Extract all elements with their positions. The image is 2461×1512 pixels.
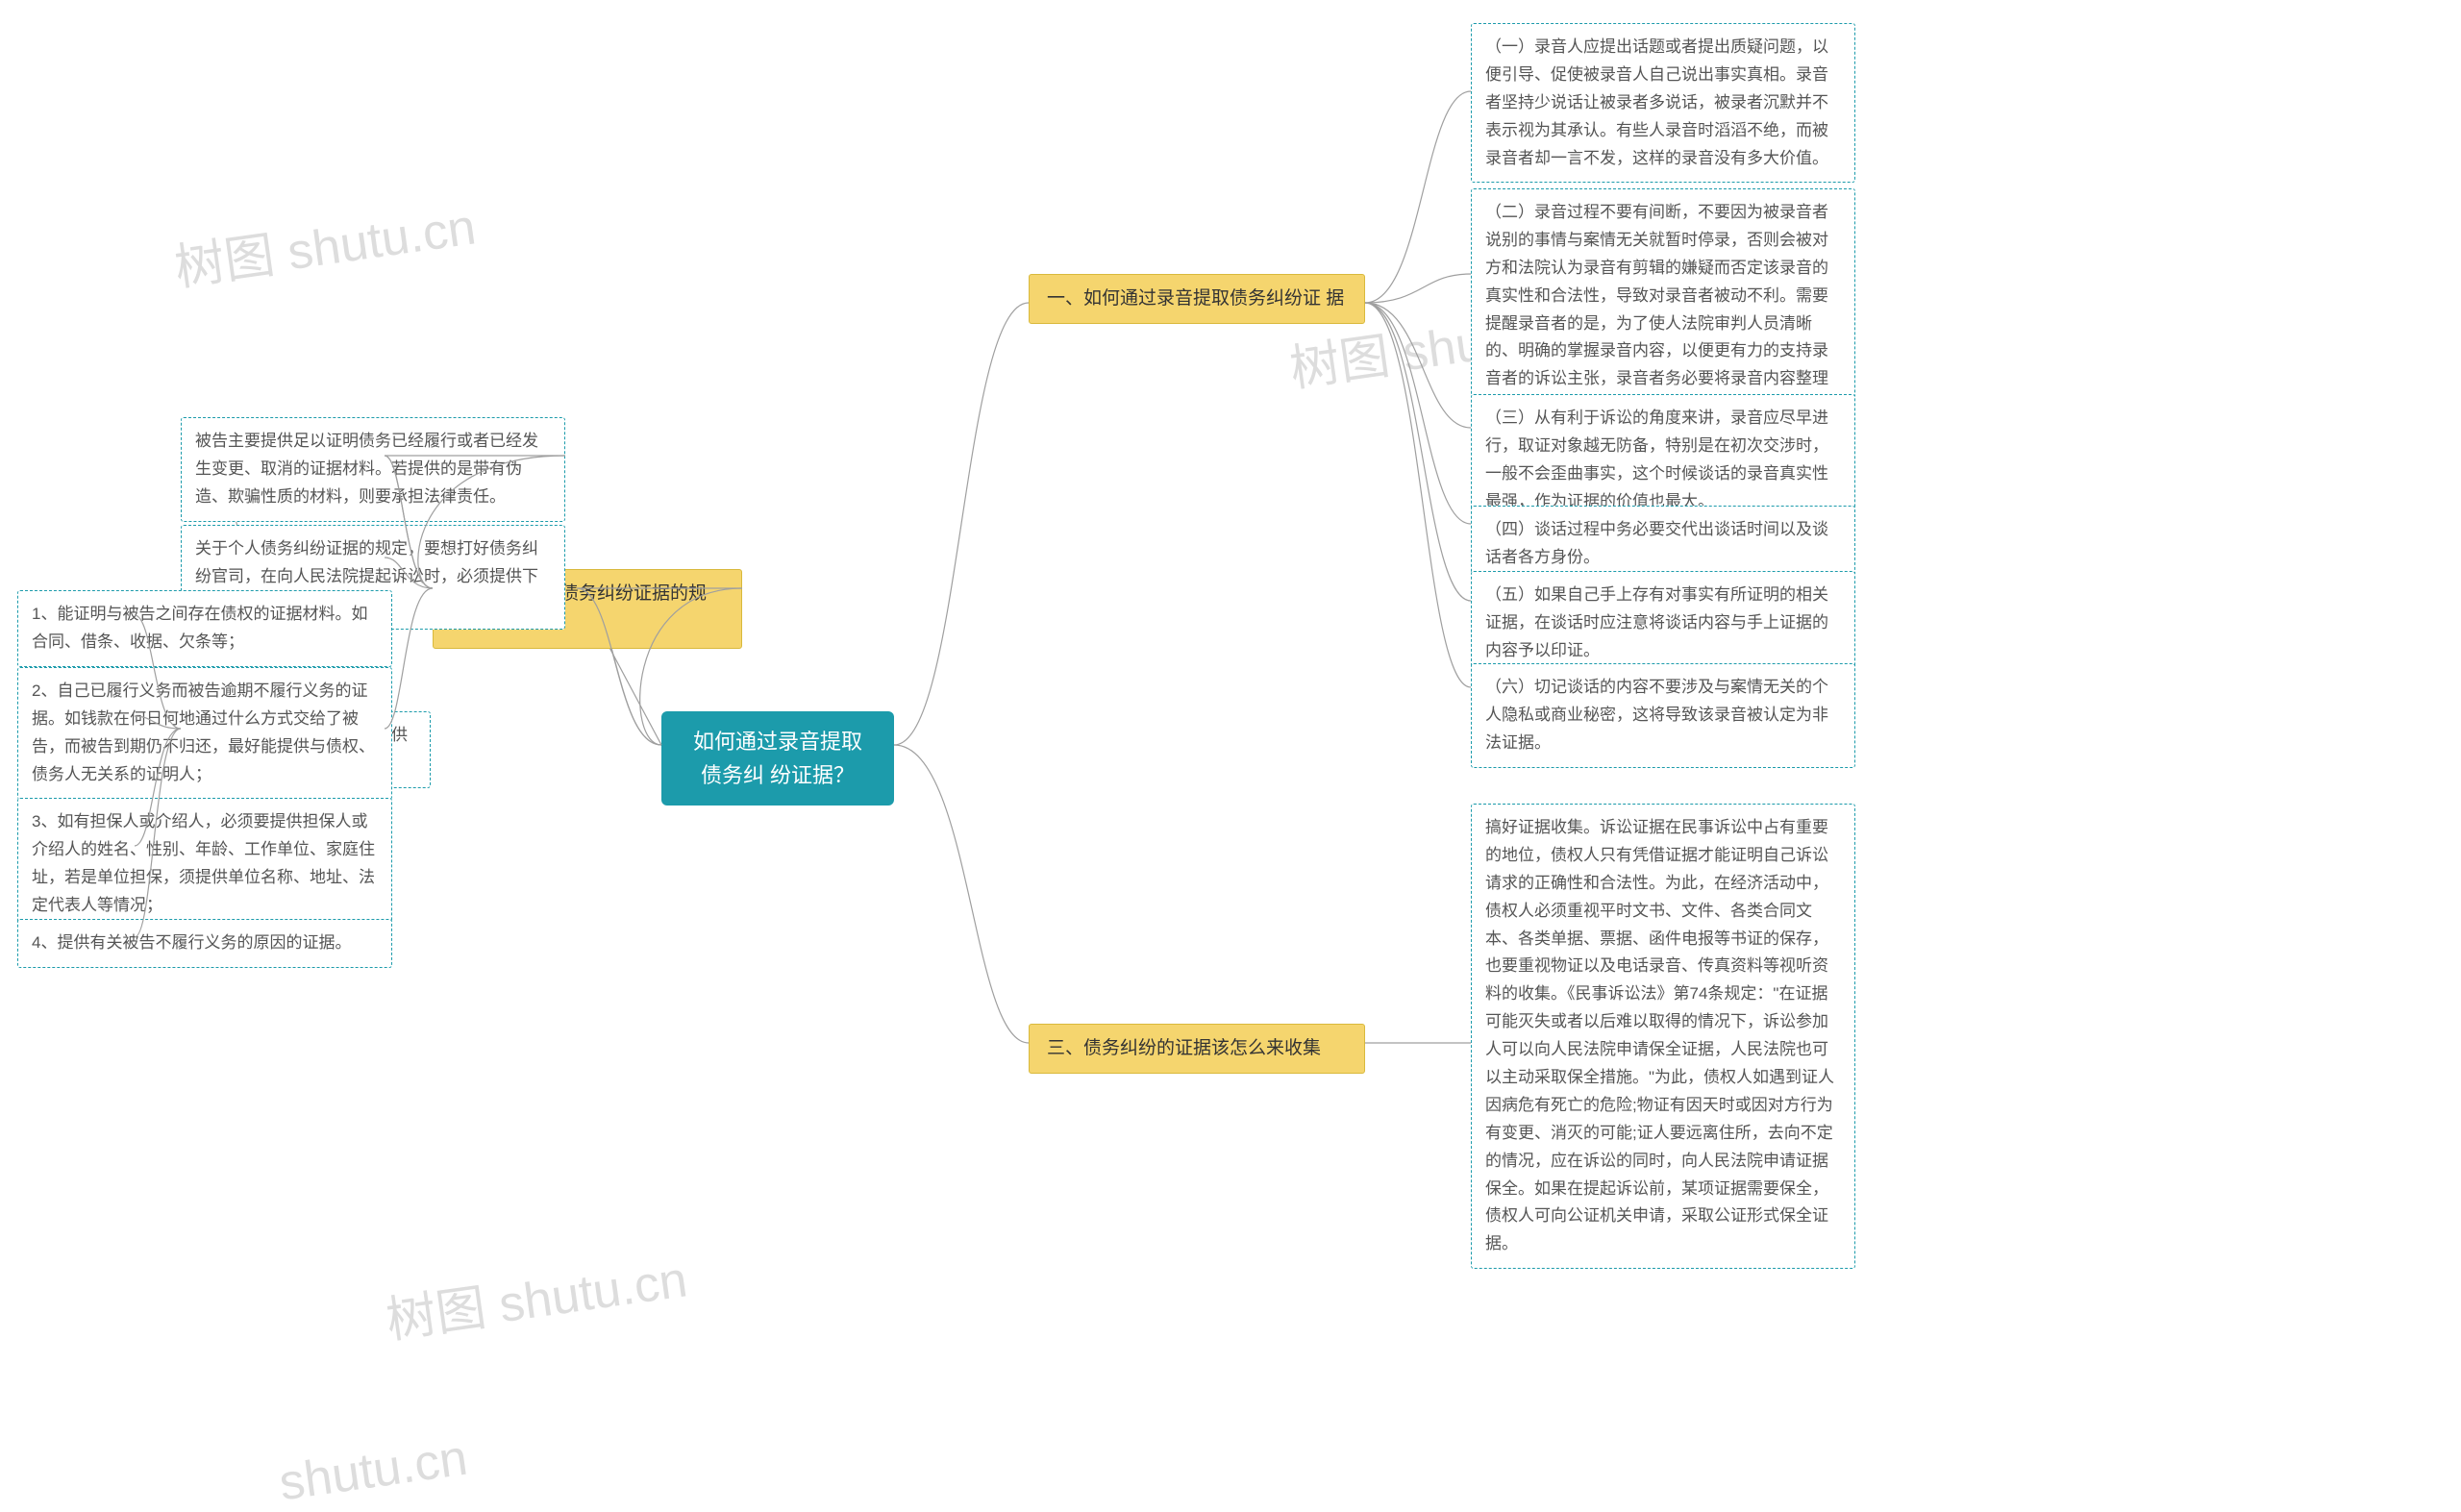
leaf-node[interactable]: 1、能证明与被告之间存在债权的证据材料。如合同、借条、收据、欠条等； (17, 590, 392, 667)
leaf-node[interactable]: 2、自己已履行义务而被告逾期不履行义务的证据。如钱款在何日何地通过什么方式交给了… (17, 667, 392, 800)
leaf-text: 4、提供有关被告不履行义务的原因的证据。 (32, 933, 351, 952)
leaf-text: 3、如有担保人或介绍人，必须要提供担保人或介绍人的姓名、性别、年龄、工作单位、家… (32, 812, 375, 914)
leaf-text: 1、能证明与被告之间存在债权的证据材料。如合同、借条、收据、欠条等； (32, 605, 367, 651)
leaf-node[interactable]: 4、提供有关被告不履行义务的原因的证据。 (17, 919, 392, 968)
leaf-text: 2、自己已履行义务而被告逾期不履行义务的证据。如钱款在何日何地通过什么方式交给了… (32, 682, 375, 783)
leaf-node[interactable]: 3、如有担保人或介绍人，必须要提供担保人或介绍人的姓名、性别、年龄、工作单位、家… (17, 798, 392, 930)
